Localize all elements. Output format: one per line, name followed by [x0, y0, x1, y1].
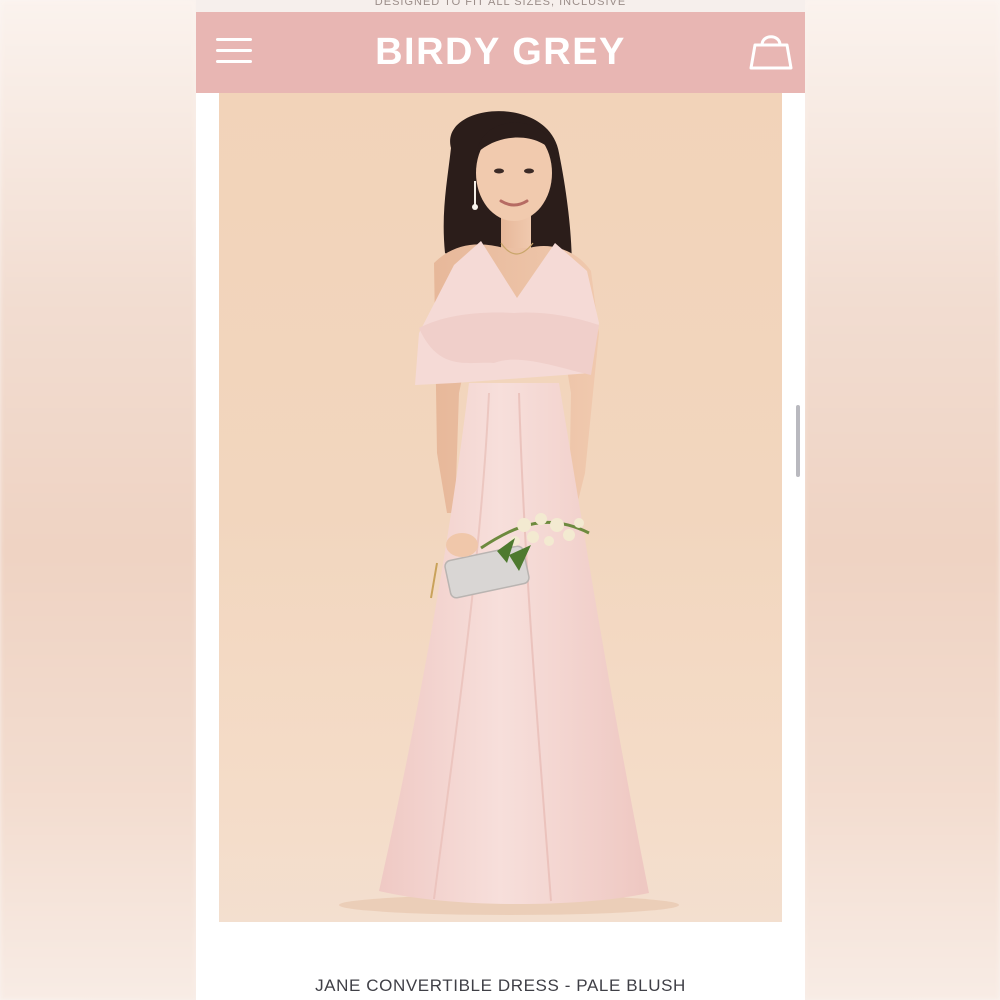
blurred-backdrop-left — [0, 0, 196, 1000]
hamburger-menu-icon — [216, 38, 252, 64]
shopping-bag-icon — [749, 35, 793, 70]
mobile-screen: DESIGNED TO FIT ALL SIZES, INCLUSIVE BIR… — [196, 0, 805, 1000]
promo-text: DESIGNED TO FIT ALL SIZES, INCLUSIVE — [374, 0, 627, 8]
product-title[interactable]: JANE CONVERTIBLE DRESS - PALE BLUSH — [196, 976, 805, 996]
brand-logo[interactable]: BIRDY GREY — [196, 12, 805, 93]
site-header: BIRDY GREY — [196, 12, 805, 93]
cart-button[interactable] — [749, 26, 793, 72]
model-illustration — [339, 111, 679, 915]
blurred-backdrop-right — [804, 0, 1000, 1000]
menu-button[interactable] — [216, 38, 252, 64]
product-image[interactable] — [219, 93, 782, 922]
scrollbar[interactable] — [796, 405, 800, 477]
promo-banner[interactable]: DESIGNED TO FIT ALL SIZES, INCLUSIVE — [196, 0, 805, 12]
